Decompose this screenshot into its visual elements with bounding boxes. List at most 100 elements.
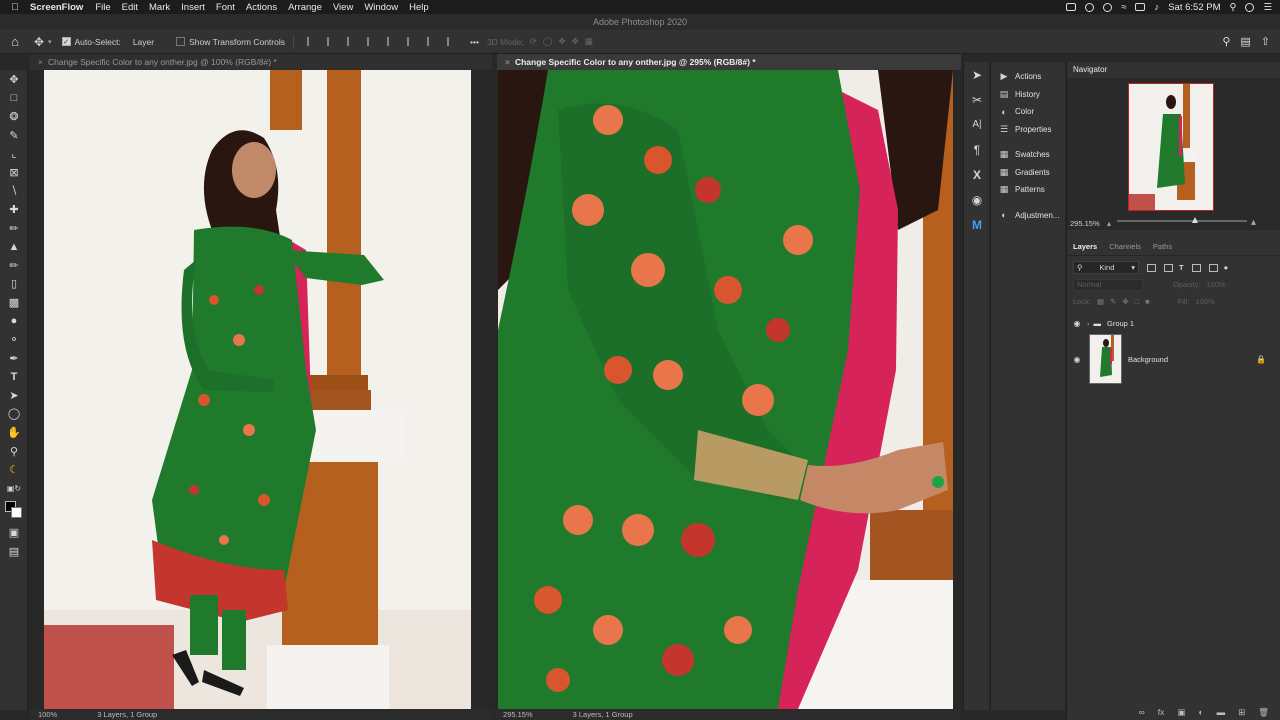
- lock-icon[interactable]: 🔒: [1256, 355, 1266, 364]
- doc-info-1[interactable]: 3 Layers, 1 Group: [97, 710, 157, 719]
- layer-row-background[interactable]: ◉ Background 🔒: [1067, 332, 1280, 386]
- distribute-spacing-icon[interactable]: [447, 37, 457, 46]
- blend-mode-dropdown[interactable]: Normal: [1073, 278, 1143, 291]
- zoom-level-2[interactable]: 295.15%: [503, 710, 533, 719]
- gradient-tool-icon[interactable]: ▩: [0, 293, 28, 312]
- align-bottom-icon[interactable]: [407, 37, 417, 46]
- zoom-tool-icon[interactable]: ⚲: [0, 442, 28, 461]
- lasso-tool-icon[interactable]: ❂: [0, 107, 28, 126]
- home-icon[interactable]: ⌂: [0, 34, 30, 49]
- menu-font[interactable]: Font: [216, 2, 235, 13]
- move-tool-icon[interactable]: ✥: [0, 70, 28, 89]
- panel-gradients[interactable]: ▦ Gradients: [991, 164, 1065, 182]
- 3d-pan-icon[interactable]: ✥: [558, 36, 565, 47]
- visibility-eye-icon[interactable]: ◉: [1067, 355, 1087, 364]
- panel-history[interactable]: ▤ History: [991, 86, 1065, 104]
- navigator-title[interactable]: Navigator: [1067, 62, 1280, 78]
- brush-tool-icon[interactable]: ✏: [0, 219, 28, 238]
- layer-row-group[interactable]: ◉ › ▬ Group 1: [1067, 314, 1280, 332]
- zoom-level-1[interactable]: 100%: [38, 710, 57, 719]
- navigator-thumbnail[interactable]: [1128, 83, 1214, 211]
- move-tool-icon[interactable]: ✥: [30, 35, 48, 49]
- apple-icon[interactable]: : [0, 2, 30, 13]
- layer-style-icon[interactable]: fx: [1158, 707, 1165, 717]
- align-left-icon[interactable]: [307, 37, 317, 46]
- document-tab-1[interactable]: × Change Specific Color to any onther.jpg…: [30, 54, 492, 70]
- blur-tool-icon[interactable]: ●: [0, 312, 28, 331]
- fill-value[interactable]: 100%: [1195, 297, 1214, 306]
- menu-mark[interactable]: Mark: [149, 2, 170, 13]
- 3d-scale-icon[interactable]: ▦: [585, 36, 593, 47]
- quick-mask-icon[interactable]: ▣: [0, 524, 28, 543]
- lock-transparency-icon[interactable]: ▦: [1097, 297, 1104, 306]
- user-icon[interactable]: [1245, 2, 1255, 12]
- path-select-tool-icon[interactable]: ➤: [0, 386, 28, 405]
- lock-pixels-icon[interactable]: ✎: [1110, 297, 1116, 306]
- lock-artboard-icon[interactable]: □: [1135, 297, 1140, 306]
- zoom-in-icon[interactable]: ▴: [1251, 217, 1256, 228]
- distribute-icon[interactable]: [427, 37, 437, 46]
- navigator-zoom-value[interactable]: 295.15%: [1070, 219, 1100, 228]
- align-middle-icon[interactable]: [387, 37, 397, 46]
- expand-chevron-icon[interactable]: ›: [1087, 319, 1090, 328]
- 3d-roll-icon[interactable]: ◯: [543, 36, 553, 47]
- actions-icon[interactable]: ➤: [964, 62, 990, 87]
- app-menu[interactable]: ScreenFlow: [30, 2, 83, 13]
- default-colors-icon[interactable]: ▣↻: [0, 479, 28, 498]
- navigator-zoom-slider[interactable]: [1117, 217, 1247, 223]
- menu-help[interactable]: Help: [409, 2, 429, 13]
- battery-icon[interactable]: [1135, 3, 1146, 11]
- marquee-tool-icon[interactable]: □: [0, 89, 28, 108]
- align-right-icon[interactable]: [347, 37, 357, 46]
- paragraph-icon[interactable]: ¶: [964, 137, 990, 162]
- panel-actions[interactable]: ▶ Actions: [991, 68, 1065, 86]
- extension-x-icon[interactable]: X: [964, 162, 990, 187]
- filter-smart-object-icon[interactable]: [1208, 263, 1218, 272]
- sync-icon[interactable]: [1103, 2, 1113, 12]
- panel-patterns[interactable]: ▦ Patterns: [991, 181, 1065, 199]
- healing-brush-tool-icon[interactable]: ✚: [0, 200, 28, 219]
- tab-layers[interactable]: Layers: [1073, 242, 1097, 251]
- workspace-icon[interactable]: ▤: [1240, 35, 1250, 48]
- control-center-icon[interactable]: ☰: [1263, 2, 1272, 13]
- panel-color[interactable]: ◐ Color: [991, 103, 1065, 121]
- color-swatches[interactable]: [0, 498, 28, 520]
- menu-insert[interactable]: Insert: [181, 2, 205, 13]
- visibility-eye-icon[interactable]: ◉: [1067, 319, 1087, 328]
- screen-mode-icon[interactable]: ▤: [0, 542, 28, 561]
- align-center-icon[interactable]: [327, 37, 337, 46]
- banana-tool-icon[interactable]: ☾: [0, 460, 28, 479]
- pen-tool-icon[interactable]: ✒: [0, 349, 28, 368]
- layer-filter-dropdown[interactable]: ⚲ Kind ▾: [1073, 261, 1139, 274]
- type-tool-icon[interactable]: T: [0, 368, 28, 387]
- align-top-icon[interactable]: [367, 37, 377, 46]
- spotlight-icon[interactable]: ⚲: [1230, 2, 1237, 13]
- volume-icon[interactable]: ♪: [1154, 2, 1159, 13]
- tab-paths[interactable]: Paths: [1153, 242, 1172, 251]
- delete-layer-icon[interactable]: 🗑: [1258, 707, 1269, 718]
- 3d-slide-icon[interactable]: ✥: [572, 36, 579, 47]
- panel-properties[interactable]: ☰ Properties: [991, 121, 1065, 139]
- history-brush-tool-icon[interactable]: ✏: [0, 256, 28, 275]
- creative-cloud-icon[interactable]: [1085, 2, 1095, 12]
- menu-view[interactable]: View: [333, 2, 353, 13]
- adjustment-layer-icon[interactable]: ◐: [1198, 707, 1203, 717]
- menu-actions[interactable]: Actions: [246, 2, 277, 13]
- filter-type-icon[interactable]: T: [1179, 263, 1184, 272]
- hand-tool-icon[interactable]: ✋: [0, 423, 28, 442]
- filter-adjustment-icon[interactable]: [1164, 263, 1173, 272]
- quick-select-tool-icon[interactable]: ✎: [0, 126, 28, 145]
- background-color-swatch[interactable]: [11, 506, 22, 518]
- document-tab-2[interactable]: × Change Specific Color to any onther.jpg…: [497, 54, 961, 70]
- panel-swatches[interactable]: ▦ Swatches: [991, 146, 1065, 164]
- wifi-icon[interactable]: ≈: [1121, 2, 1126, 13]
- clock[interactable]: Sat 6:52 PM: [1168, 2, 1220, 13]
- lock-all-icon[interactable]: ■: [1145, 297, 1150, 306]
- search-icon[interactable]: ⚲: [1222, 35, 1230, 48]
- menu-arrange[interactable]: Arrange: [288, 2, 322, 13]
- camera-icon[interactable]: ◉: [964, 187, 990, 212]
- character-icon[interactable]: A|: [964, 112, 990, 137]
- new-group-icon[interactable]: ▬: [1217, 707, 1226, 717]
- close-tab-icon[interactable]: ×: [38, 57, 43, 67]
- add-mask-icon[interactable]: ▣: [1177, 707, 1185, 718]
